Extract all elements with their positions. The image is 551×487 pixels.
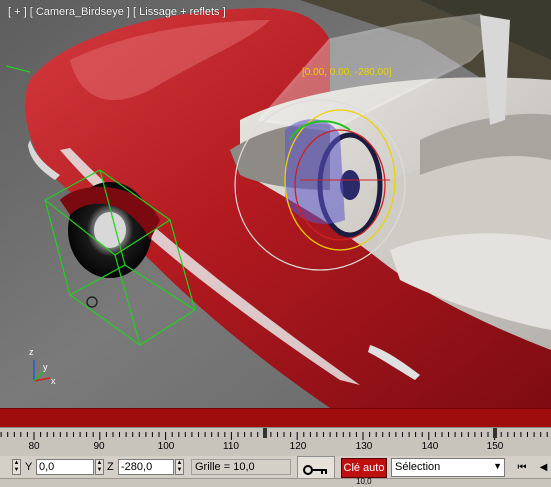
z-spinner-arrows[interactable]: ▲ ▼ (175, 459, 184, 475)
grid-size-display: Grille = 10,0 (191, 459, 291, 475)
timeline-ticks (0, 428, 548, 440)
axis-z-label: z (29, 347, 34, 357)
time-slider-marker (263, 428, 267, 438)
y-label: Y (25, 461, 33, 473)
y-coordinate-field[interactable]: 0,0 (36, 459, 94, 475)
tick-label: 80 (28, 441, 40, 452)
previous-frame-icon: ◀ (539, 461, 548, 473)
y-spinner-arrows[interactable]: ▲ ▼ (95, 459, 104, 475)
tick-label: 110 (223, 441, 239, 452)
go-to-start-icon: ⏮ (517, 461, 527, 473)
go-to-start-button[interactable]: ⏮ (513, 459, 531, 475)
timeline-track[interactable]: 80 90 100 110 120 130 140 150 (0, 427, 551, 457)
auto-key-button[interactable]: Clé auto (341, 458, 387, 478)
gizmo-coordinate-readout: [0.00, 0.00, -280.00] (302, 67, 392, 78)
z-label: Z (107, 461, 114, 473)
end-range-marker (493, 428, 497, 438)
tick-label: 100 (157, 441, 175, 452)
key-filter-select[interactable]: Sélection ▼ (391, 458, 505, 477)
viewport-bottom-frame (0, 408, 551, 428)
viewport-label[interactable]: [ + ] [ Camera_Birdseye ] [ Lissage + re… (8, 6, 226, 18)
key-icon (303, 465, 327, 475)
tick-label: 90 (93, 441, 105, 452)
viewport[interactable]: [ + ] [ Camera_Birdseye ] [ Lissage + re… (0, 0, 551, 408)
x-spinner-arrows[interactable]: ▲ ▼ (12, 459, 21, 475)
tick-label: 120 (289, 441, 307, 452)
tick-label: 140 (421, 441, 439, 452)
tick-label: 130 (355, 441, 373, 452)
previous-frame-button[interactable]: ◀ (536, 459, 551, 475)
axis-y-label: y (43, 362, 48, 372)
tick-label: 150 (486, 441, 504, 452)
scene-render (0, 0, 551, 408)
z-coordinate-field[interactable]: -280,0 (118, 459, 174, 475)
key-filter-value: Sélection (395, 461, 441, 473)
partial-value: 10,0 (356, 477, 372, 486)
axis-x-label: x (51, 376, 56, 386)
dropdown-arrow-icon: ▼ (493, 461, 502, 471)
